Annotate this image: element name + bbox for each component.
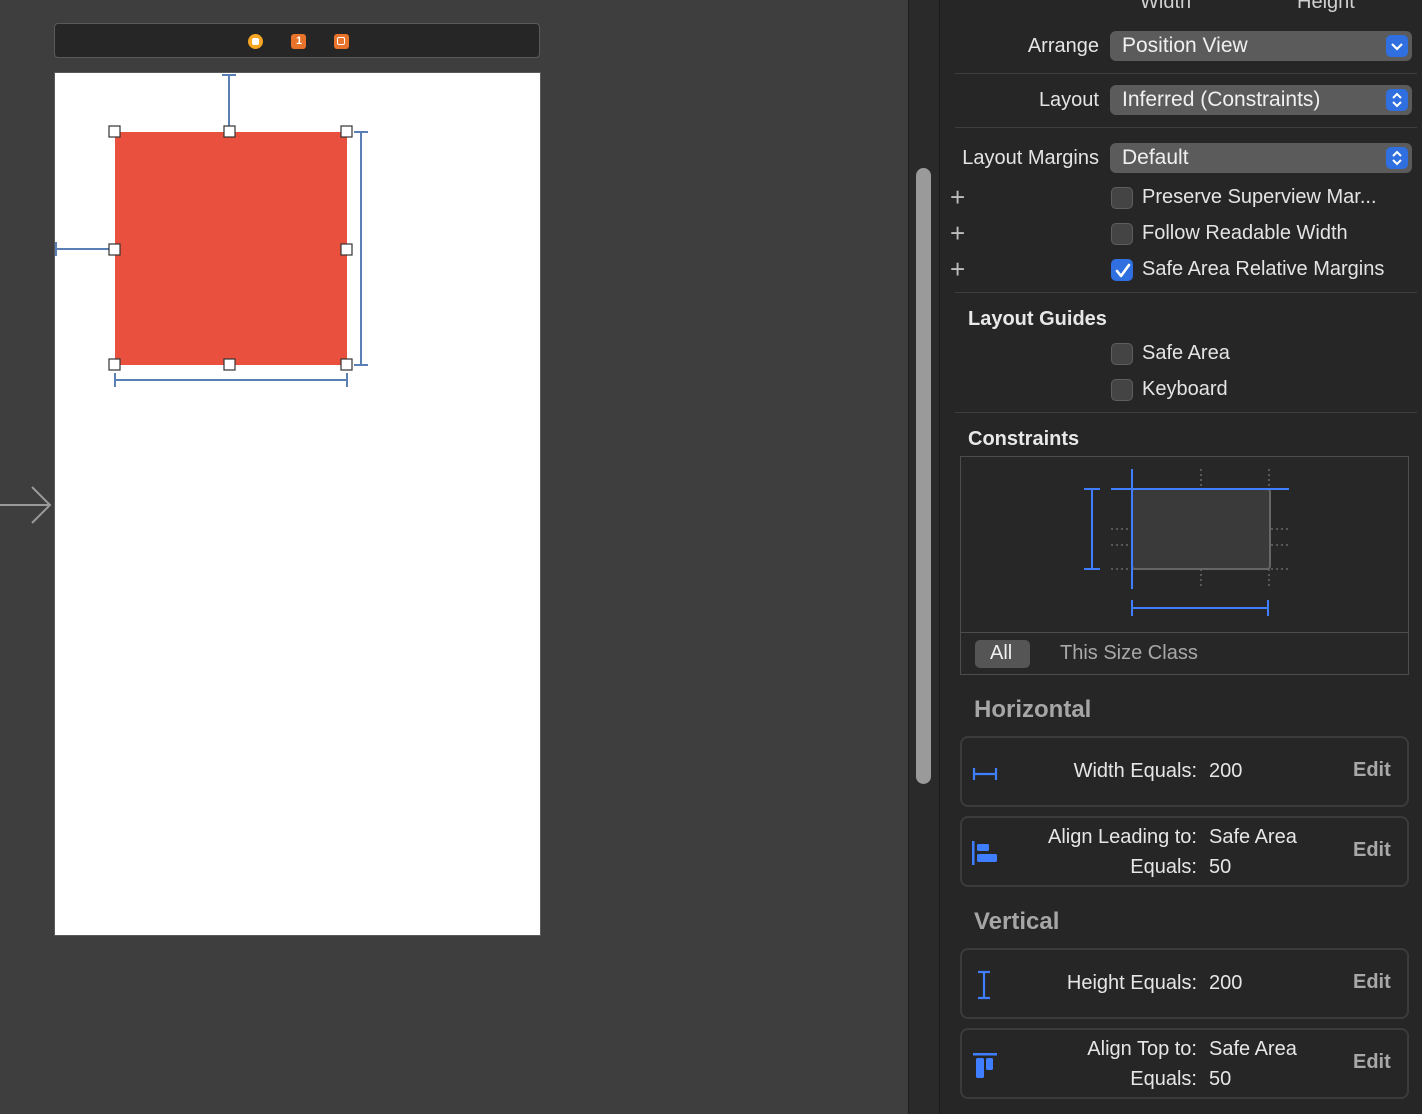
- tab-all[interactable]: All: [975, 640, 1030, 668]
- align-leading-label: Align Leading to:: [1047, 826, 1197, 848]
- arrange-label: Arrange: [1027, 35, 1099, 57]
- layout-margins-label: Layout Margins: [962, 147, 1099, 169]
- exit-icon[interactable]: [334, 34, 349, 49]
- edit-button[interactable]: Edit: [1353, 839, 1391, 862]
- layout-margins-value: Default: [1122, 146, 1189, 169]
- follow-readable-width-label: Follow Readable Width: [1142, 222, 1348, 244]
- first-responder-icon[interactable]: 1: [291, 34, 306, 49]
- arrange-value: Position View: [1122, 34, 1248, 57]
- layout-margins-popup[interactable]: Default: [1110, 143, 1412, 173]
- top-equals-label: Equals:: [1130, 1068, 1197, 1090]
- divider: [955, 127, 1417, 128]
- tab-this-size-class[interactable]: This Size Class: [1060, 642, 1198, 665]
- width-icon: [972, 768, 998, 780]
- plus-icon[interactable]: +: [950, 256, 965, 282]
- align-top-value: Safe Area: [1209, 1038, 1297, 1060]
- leading-equals-value: 50: [1209, 856, 1232, 878]
- arrange-popup[interactable]: Position View: [1110, 31, 1412, 61]
- top-equals-value: 50: [1209, 1068, 1232, 1090]
- safe-area-relative-margins-checkbox[interactable]: [1111, 259, 1133, 281]
- constraint-width-card[interactable]: Width Equals: 200 Edit: [960, 736, 1409, 807]
- layout-guides-title: Layout Guides: [968, 308, 1107, 330]
- divider: [955, 412, 1417, 413]
- preserve-superview-margins-label: Preserve Superview Mar...: [1142, 186, 1377, 208]
- tab-all-label: All: [990, 642, 1013, 664]
- edit-button[interactable]: Edit: [1353, 1051, 1391, 1074]
- device-screen[interactable]: [54, 72, 541, 936]
- constraints-title: Constraints: [968, 428, 1080, 450]
- align-leading-icon: [972, 841, 997, 865]
- layout-label: Layout: [1038, 89, 1099, 111]
- divider: [961, 632, 1408, 633]
- edit-button[interactable]: Edit: [1353, 759, 1391, 782]
- height-equals-label: Height Equals:: [1066, 972, 1197, 994]
- divider: [955, 292, 1417, 293]
- height-equals-value: 200: [1209, 972, 1243, 994]
- up-down-chevron-icon: [1386, 89, 1408, 111]
- align-top-label: Align Top to:: [1087, 1038, 1197, 1060]
- constraint-align-leading-card[interactable]: Align Leading to: Safe Area Equals: 50 E…: [960, 816, 1409, 887]
- plus-icon[interactable]: +: [950, 184, 965, 210]
- height-header-label: Height: [1297, 0, 1355, 13]
- canvas-scrollbar-thumb[interactable]: [916, 168, 931, 784]
- scene-dock-bar[interactable]: 1: [54, 23, 540, 58]
- up-down-chevron-icon: [1386, 147, 1408, 169]
- plus-icon[interactable]: +: [950, 220, 965, 246]
- width-header-label: Width: [1140, 0, 1192, 13]
- horizontal-section-title: Horizontal: [974, 696, 1092, 723]
- checkmark-icon: [1115, 263, 1131, 278]
- divider: [955, 73, 1417, 74]
- align-top-icon: [973, 1053, 997, 1078]
- safe-area-relative-margins-label: Safe Area Relative Margins: [1142, 258, 1385, 280]
- keyboard-guide-checkbox[interactable]: [1111, 379, 1133, 401]
- height-icon: [978, 970, 990, 1000]
- constraints-diagram-graphic: [1084, 469, 1291, 616]
- leading-equals-label: Equals:: [1130, 856, 1197, 878]
- layout-popup[interactable]: Inferred (Constraints): [1110, 85, 1412, 115]
- entry-point-arrow-icon: [0, 486, 52, 524]
- keyboard-guide-label: Keyboard: [1142, 378, 1228, 400]
- follow-readable-width-checkbox[interactable]: [1111, 223, 1133, 245]
- view-controller-icon[interactable]: [248, 34, 263, 49]
- align-leading-value: Safe Area: [1209, 826, 1297, 848]
- width-equals-label: Width Equals:: [1073, 760, 1197, 782]
- chevron-down-icon: [1386, 35, 1408, 57]
- width-equals-value: 200: [1209, 760, 1243, 782]
- edit-button[interactable]: Edit: [1353, 971, 1391, 994]
- safe-area-guide-label: Safe Area: [1142, 342, 1230, 364]
- vertical-section-title: Vertical: [974, 908, 1060, 935]
- layout-value: Inferred (Constraints): [1122, 88, 1321, 111]
- constraint-height-card[interactable]: Height Equals: 200 Edit: [960, 948, 1409, 1019]
- constraint-align-top-card[interactable]: Align Top to: Safe Area Equals: 50 Edit: [960, 1028, 1409, 1099]
- safe-area-guide-checkbox[interactable]: [1111, 343, 1133, 365]
- preserve-superview-margins-checkbox[interactable]: [1111, 187, 1133, 209]
